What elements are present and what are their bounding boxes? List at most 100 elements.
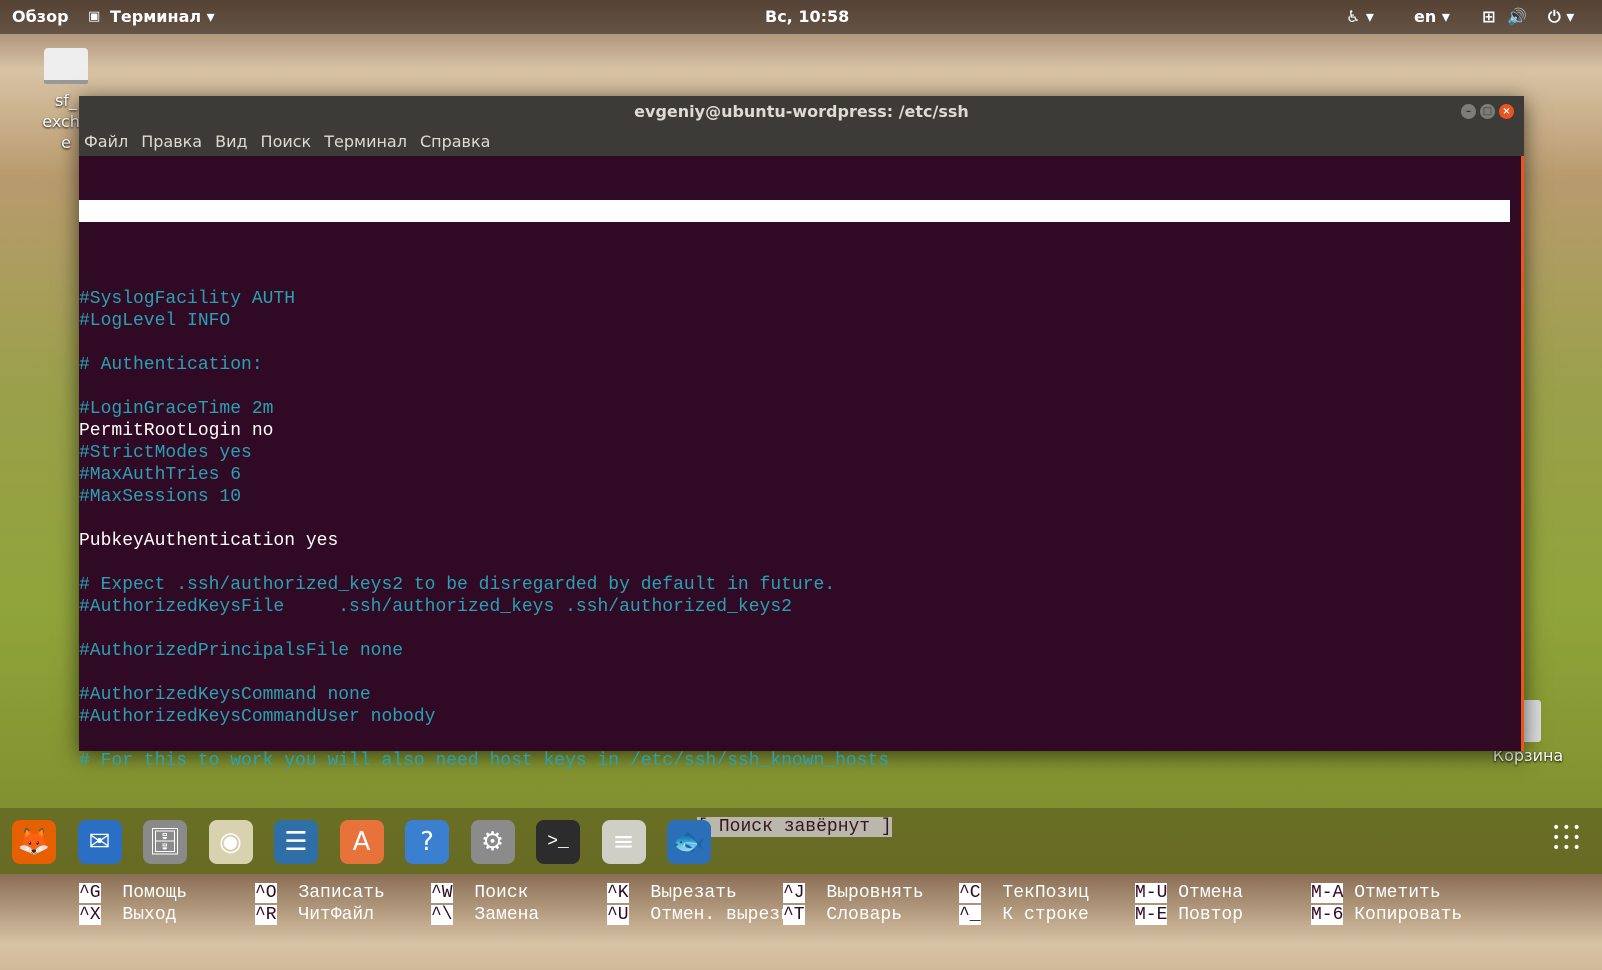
title-bar[interactable]: evgeniy@ubuntu-wordpress: /etc/ssh – □ × — [79, 96, 1524, 127]
nano-modified-status: Изменён — [1424, 267, 1500, 287]
buffer-line: PermitRootLogin no — [79, 421, 274, 441]
power-icon[interactable]: ⏻ ▾ — [1548, 7, 1574, 27]
maximize-button[interactable]: □ — [1480, 104, 1495, 119]
buffer-line: # Expect .ssh/authorized_keys2 to be dis… — [79, 575, 836, 595]
menu-terminal[interactable]: Терминал — [324, 132, 407, 151]
shortcut-item[interactable]: ^R ЧитФайл — [255, 904, 431, 926]
shortcut-item[interactable]: M-E Повтор — [1135, 904, 1311, 926]
shortcut-item[interactable]: ^W Поиск — [431, 882, 607, 904]
shortcut-item[interactable]: ^C ТекПозиц — [959, 882, 1135, 904]
software-center-icon[interactable]: A — [339, 820, 384, 864]
grid-icon[interactable]: ••• ••• ••• — [1552, 821, 1583, 855]
libreoffice-writer-icon[interactable]: ☰ — [274, 820, 318, 864]
shortcut-key: ^\ — [431, 905, 453, 925]
buffer-line — [79, 662, 1524, 684]
shortcut-item[interactable]: ^K Вырезать — [607, 882, 783, 904]
menu-help[interactable]: Справка — [420, 132, 491, 151]
shortcut-label: Записать — [298, 883, 385, 903]
menu-view[interactable]: Вид — [215, 132, 247, 151]
terminal-app-icon: ▣ — [88, 9, 101, 24]
buffer-line — [79, 332, 1524, 354]
window-title: evgeniy@ubuntu-wordpress: /etc/ssh — [634, 102, 969, 121]
shortcut-key: ^G — [79, 883, 101, 903]
volume-icon[interactable]: 🔊 — [1507, 7, 1527, 26]
help-icon[interactable]: ? — [405, 820, 449, 864]
buffer-line: #AuthorizedKeysCommand none — [79, 685, 371, 705]
terminal-icon[interactable]: >_ — [536, 820, 580, 864]
menu-bar: Файл Правка Вид Поиск Терминал Справка — [79, 127, 1524, 156]
shortcut-label: ЧитФайл — [298, 905, 375, 925]
thunderbird-icon[interactable]: ✉ — [77, 820, 122, 864]
shortcut-item[interactable]: ^\ Замена — [431, 904, 607, 926]
rhythmbox-icon[interactable]: ◉ — [208, 820, 253, 864]
buffer-line: #LoginGraceTime 2m — [79, 399, 274, 419]
buffer-line: #MaxSessions 10 — [79, 487, 242, 507]
shortcut-label: ТекПозиц — [1002, 883, 1089, 903]
shortcut-key: M-E — [1135, 905, 1168, 925]
menu-edit[interactable]: Правка — [141, 132, 202, 151]
buffer-line: #SyslogFacility AUTH — [79, 289, 296, 309]
shortcut-label: Отмен. вырезк — [650, 905, 791, 925]
top-bar: Обзор ▣ Терминал ▾ Вс, 10:58 ♿ ▾ en ▾ ⊞ … — [0, 0, 1602, 34]
shortcut-label: Словарь — [826, 905, 903, 925]
shortcut-key: ^C — [959, 883, 981, 903]
shortcut-item[interactable]: ^O Записать — [255, 882, 431, 904]
language-selector[interactable]: en ▾ — [1414, 7, 1450, 26]
buffer-line: #StrictModes yes — [79, 443, 252, 463]
buffer-line — [79, 728, 1524, 750]
mixer-icon[interactable]: ≡ — [601, 820, 646, 864]
shortcut-item[interactable]: ^T Словарь — [783, 904, 959, 926]
shortcut-label: Отмена — [1178, 883, 1244, 903]
nano-version: GNU nano 2.9.3 — [101, 223, 253, 243]
shortcut-key: ^J — [783, 883, 805, 903]
shortcut-label: Поиск — [474, 883, 529, 903]
files-icon[interactable]: 🗄 — [143, 820, 187, 864]
buffer-line: #LogLevel INFO — [79, 311, 231, 331]
menu-file[interactable]: Файл — [84, 132, 128, 151]
fish-icon[interactable]: 🐟 — [667, 820, 711, 864]
shortcut-label: Замена — [474, 905, 540, 925]
settings-icon[interactable]: ⚙ — [470, 820, 515, 864]
app-menu[interactable]: Терминал ▾ — [110, 7, 215, 26]
shortcut-key: ^K — [607, 883, 629, 903]
shortcut-label: Повтор — [1178, 905, 1244, 925]
menu-search[interactable]: Поиск — [261, 132, 312, 151]
shortcut-label: К строке — [1002, 905, 1089, 925]
network-icon[interactable]: ⊞ — [1482, 7, 1495, 26]
shortcut-label: Копировать — [1354, 905, 1463, 925]
drive-icon — [44, 48, 88, 84]
scrollbar[interactable] — [1521, 156, 1524, 751]
buffer-line — [79, 266, 1524, 288]
shortcut-item[interactable]: ^G Помощь — [79, 882, 255, 904]
editor-buffer[interactable]: #SyslogFacility AUTH #LogLevel INFO # Auth… — [79, 266, 1524, 772]
buffer-line: #AuthorizedKeysFile .ssh/authorized_keys… — [79, 597, 792, 617]
shortcut-label: Вырезать — [650, 883, 737, 903]
accessibility-icon[interactable]: ♿ ▾ — [1346, 7, 1374, 26]
shortcut-label: Выход — [122, 905, 177, 925]
close-button[interactable]: × — [1499, 104, 1514, 119]
activities-button[interactable]: Обзор — [12, 7, 69, 26]
shortcut-item[interactable]: ^_ К строке — [959, 904, 1135, 926]
buffer-line — [79, 508, 1524, 530]
shortcut-item[interactable]: ^J Выровнять — [783, 882, 959, 904]
shortcut-key: M-U — [1135, 883, 1168, 903]
nano-header: GNU nano 2.9.3 sshd_config Изменён — [79, 200, 1510, 287]
dock: 🦊 ✉ 🗄 ◉ ☰ A? ⚙ >_ ≡ 🐟 — [0, 808, 1602, 874]
buffer-line — [79, 552, 1524, 574]
minimize-button[interactable]: – — [1461, 104, 1476, 119]
shortcut-key: ^T — [783, 905, 805, 925]
shortcut-item[interactable]: ^X Выход — [79, 904, 255, 926]
shortcut-item[interactable]: ^U Отмен. вырезк — [607, 904, 791, 926]
nano-filename: sshd_config — [772, 245, 891, 265]
buffer-line: #AuthorizedKeysCommandUser nobody — [79, 707, 436, 727]
shortcut-item[interactable]: M-U Отмена — [1135, 882, 1311, 904]
buffer-line — [79, 376, 1524, 398]
shortcut-item[interactable]: M-6 Копировать — [1311, 904, 1487, 926]
shortcut-key: ^O — [255, 883, 277, 903]
shortcut-key: M-A — [1311, 883, 1344, 903]
shortcut-item[interactable]: M-A Отметить — [1311, 882, 1487, 904]
clock[interactable]: Вс, 10:58 — [765, 7, 849, 26]
firefox-icon[interactable]: 🦊 — [12, 820, 56, 864]
buffer-line: # Authentication: — [79, 355, 263, 375]
shortcut-key: ^_ — [959, 905, 981, 925]
